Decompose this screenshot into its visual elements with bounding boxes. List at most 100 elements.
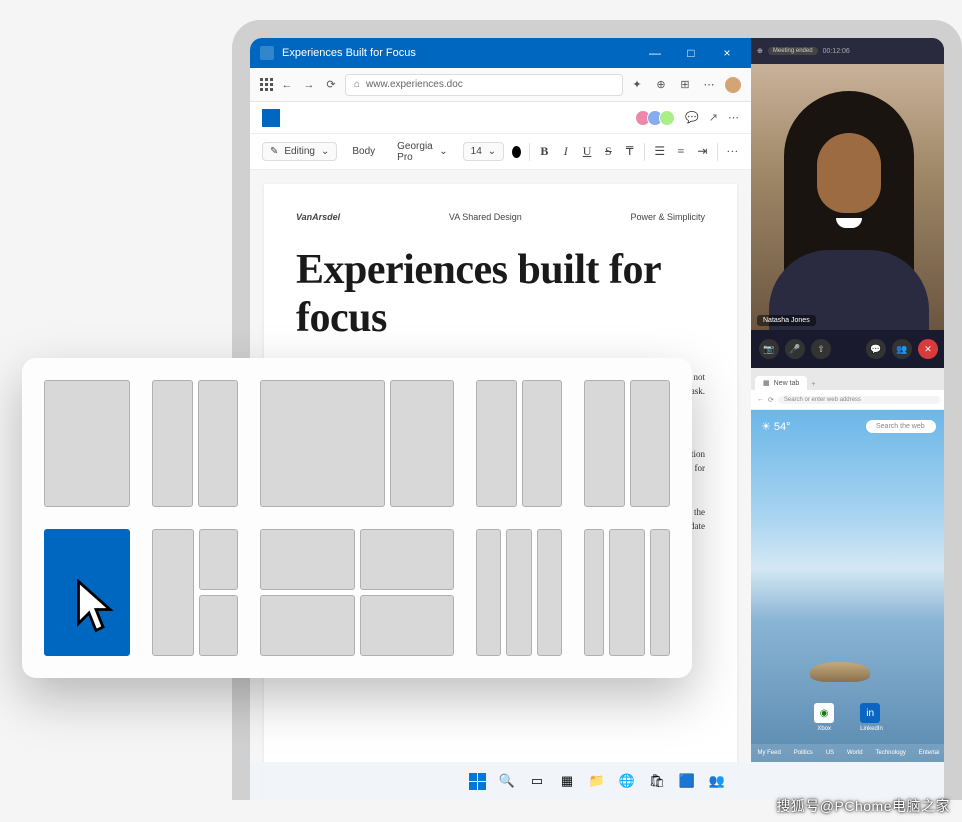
start-button[interactable] <box>465 769 489 793</box>
style-selector[interactable]: Body <box>345 143 382 160</box>
refresh-icon[interactable]: ⟳ <box>323 77 339 93</box>
snap-layout-option[interactable] <box>580 525 674 660</box>
snap-layout-option[interactable] <box>472 376 566 511</box>
app-icon[interactable]: 🟦 <box>675 769 699 793</box>
video-call-window: ⊕ Meeting ended 00:12:06 Natasha Jones 📷… <box>751 38 944 368</box>
camera-button[interactable]: 📷 <box>759 339 779 359</box>
mini-tab-strip: ▦New tab + <box>751 368 944 390</box>
chevron-down-icon: ⌄ <box>488 146 496 157</box>
video-header[interactable]: ⊕ Meeting ended 00:12:06 <box>751 38 944 64</box>
url-input[interactable]: ⌂ www.experiences.doc <box>345 74 623 96</box>
snap-layout-option[interactable] <box>148 376 242 511</box>
comments-icon[interactable]: 💬 <box>685 111 699 124</box>
editing-mode-dropdown[interactable]: ✎ Editing ⌄ <box>262 142 337 161</box>
landscape-image <box>810 662 870 682</box>
new-tab-button[interactable]: + <box>807 379 819 390</box>
bullet-list-button[interactable]: ☰ <box>653 144 666 159</box>
favorites-icon[interactable]: ⊞ <box>677 77 693 93</box>
profile-avatar[interactable] <box>725 77 741 93</box>
url-text: www.experiences.doc <box>366 79 463 90</box>
snap-layout-option[interactable] <box>256 525 458 660</box>
lock-icon: ⌂ <box>354 79 360 90</box>
forward-icon[interactable]: → <box>301 77 317 93</box>
chevron-down-icon: ⌄ <box>321 146 329 157</box>
snap-layout-option[interactable] <box>580 376 674 511</box>
extensions-icon[interactable]: ✦ <box>629 77 645 93</box>
font-size-selector[interactable]: 14⌄ <box>463 142 505 161</box>
back-icon[interactable]: ← <box>757 396 764 403</box>
windows-taskbar: 🔍 ▭ ▦ 📁 🌐 🛍 🟦 👥 <box>250 762 944 800</box>
caller-name-tag: Natasha Jones <box>757 315 816 326</box>
address-bar: ← → ⟳ ⌂ www.experiences.doc ✦ ⊕ ⊞ ⋯ <box>250 68 751 102</box>
mini-address-bar: ← ⟳ Search or enter web address <box>751 390 944 410</box>
meeting-status: Meeting ended <box>768 47 818 55</box>
underline-button[interactable]: U <box>580 144 593 159</box>
snap-layout-option[interactable] <box>472 525 566 660</box>
share-screen-button[interactable]: ⇧ <box>811 339 831 359</box>
quick-link-xbox[interactable]: ◉ <box>814 703 834 723</box>
clear-format-button[interactable]: ₸ <box>623 144 636 159</box>
app-logo-icon[interactable] <box>262 109 280 127</box>
tab-title: Experiences Built for Focus <box>282 47 641 59</box>
web-search-input[interactable]: Search the web <box>866 420 936 433</box>
font-selector[interactable]: Georgia Pro⌄ <box>390 138 455 166</box>
teams-icon[interactable]: 👥 <box>705 769 729 793</box>
italic-button[interactable]: I <box>559 144 572 159</box>
secondary-browser-window: ▦New tab + ← ⟳ Search or enter web addre… <box>751 368 944 762</box>
refresh-icon[interactable]: ⟳ <box>768 396 774 404</box>
collections-icon[interactable]: ⊕ <box>653 77 669 93</box>
snap-layout-option-selected[interactable] <box>40 525 134 660</box>
shield-icon: ⊕ <box>757 47 763 55</box>
hangup-button[interactable]: ✕ <box>918 339 938 359</box>
mini-url-input[interactable]: Search or enter web address <box>778 396 940 404</box>
number-list-button[interactable]: ≡ <box>674 144 687 159</box>
tab-favicon <box>260 46 274 60</box>
overflow-icon[interactable]: ⋯ <box>728 111 739 124</box>
video-feed <box>751 64 944 330</box>
store-icon[interactable]: 🛍 <box>645 769 669 793</box>
doc-title: Experiences built for focus <box>296 246 705 343</box>
close-button[interactable]: × <box>713 46 741 60</box>
text-color-button[interactable] <box>512 146 521 158</box>
edge-icon[interactable]: 🌐 <box>615 769 639 793</box>
bold-button[interactable]: B <box>538 144 551 159</box>
menu-icon[interactable]: ⋯ <box>701 77 717 93</box>
call-timer: 00:12:06 <box>823 48 850 55</box>
watermark-text: 搜狐号@PChome电脑之家 <box>776 796 950 816</box>
app-header: 💬 ↗ ⋯ <box>250 102 751 134</box>
people-button[interactable]: 👥 <box>892 339 912 359</box>
share-icon[interactable]: ↗ <box>709 111 718 124</box>
formatting-toolbar: ✎ Editing ⌄ Body Georgia Pro⌄ 14⌄ B I U … <box>250 134 751 170</box>
strike-button[interactable]: S <box>602 144 615 159</box>
toolbar-overflow[interactable]: ··· <box>726 144 739 159</box>
snap-layout-option[interactable] <box>148 525 242 660</box>
quick-link-linkedin[interactable]: in <box>860 703 880 723</box>
doc-section: VA Shared Design <box>449 212 522 222</box>
weather-widget[interactable]: ☀ 54° <box>761 420 791 433</box>
chat-button[interactable]: 💬 <box>866 339 886 359</box>
task-view-icon[interactable]: ▭ <box>525 769 549 793</box>
cursor-icon <box>74 578 118 634</box>
apps-grid-icon[interactable] <box>260 78 273 91</box>
snap-layout-option[interactable] <box>256 376 458 511</box>
doc-tagline: Power & Simplicity <box>630 212 705 222</box>
minimize-button[interactable]: — <box>641 46 669 60</box>
new-tab-page: ☀ 54° Search the web ◉ Xbox in LinkedIn … <box>751 410 944 762</box>
maximize-button[interactable]: □ <box>677 46 705 60</box>
news-feed-tabs[interactable]: My Feed Politics US World Technology Ent… <box>751 744 944 762</box>
indent-button[interactable]: ⇥ <box>696 144 709 159</box>
video-controls: 📷 🎤 ⇧ 💬 👥 ✕ <box>751 330 944 368</box>
snap-layouts-flyout <box>22 358 692 678</box>
presence-avatars[interactable] <box>639 110 675 126</box>
search-icon[interactable]: 🔍 <box>495 769 519 793</box>
mic-button[interactable]: 🎤 <box>785 339 805 359</box>
browser-tab[interactable]: ▦New tab <box>755 376 807 390</box>
doc-brand: VanArsdel <box>296 212 340 222</box>
chevron-down-icon: ⌄ <box>439 146 447 157</box>
explorer-icon[interactable]: 📁 <box>585 769 609 793</box>
widgets-icon[interactable]: ▦ <box>555 769 579 793</box>
back-icon[interactable]: ← <box>279 77 295 93</box>
window-titlebar[interactable]: Experiences Built for Focus — □ × <box>250 38 751 68</box>
pencil-icon: ✎ <box>270 146 278 157</box>
snap-layout-option[interactable] <box>40 376 134 511</box>
